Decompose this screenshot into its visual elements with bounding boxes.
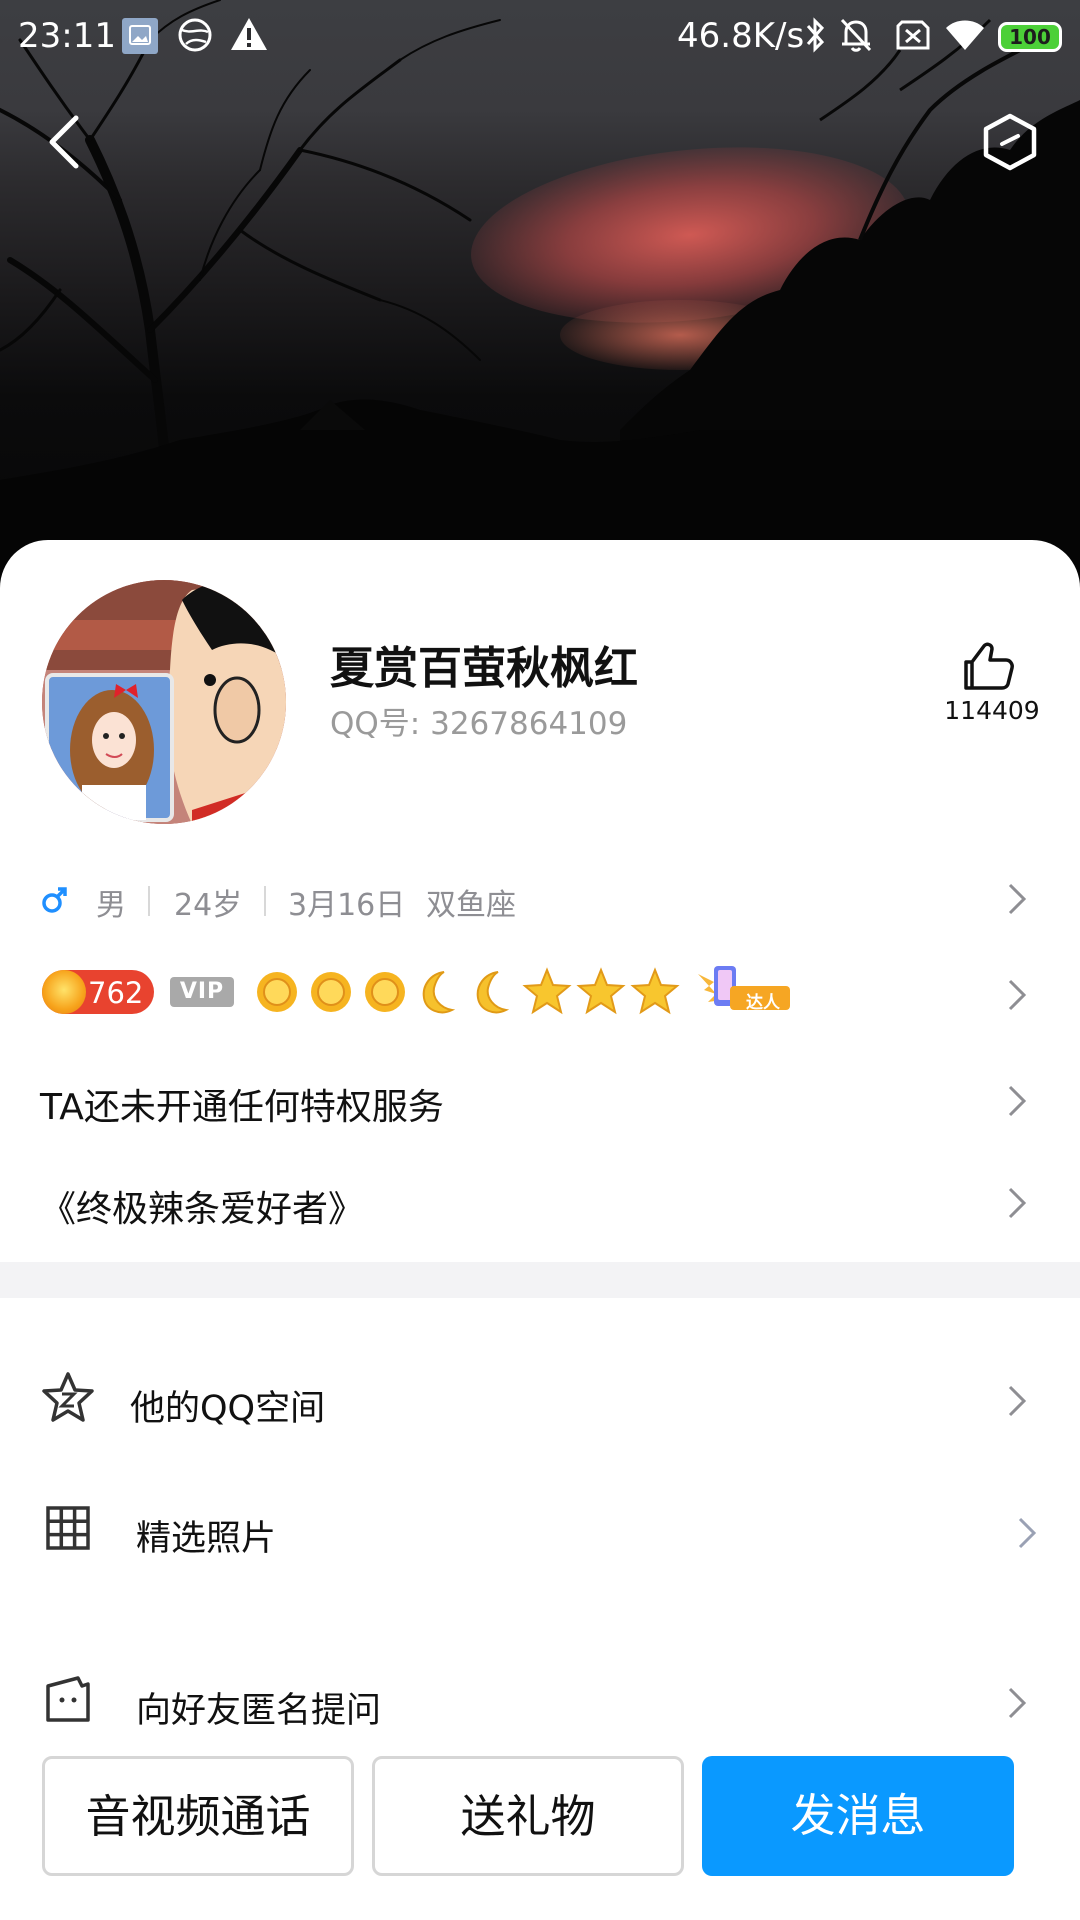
- cover-photo[interactable]: 23:11 46.8K/s 100: [0, 0, 1080, 610]
- sun-icon: [365, 972, 405, 1012]
- profile-card: 夏赏百萤秋枫红 QQ号: 3267864109 114409 男 24岁 3月1…: [0, 540, 1080, 1920]
- avatar[interactable]: [42, 580, 286, 824]
- send-message-button[interactable]: 发消息: [702, 1756, 1014, 1876]
- moon-icon: [476, 971, 510, 1014]
- points-badge: 762: [42, 970, 154, 1014]
- chevron-right-icon: [1008, 1687, 1027, 1719]
- sim-icon: [896, 20, 930, 50]
- basic-info-row[interactable]: 男 24岁 3月16日 双鱼座: [42, 868, 1042, 930]
- gender: 男: [96, 888, 126, 923]
- menu-item-qzone[interactable]: 他的QQ空间: [40, 1356, 1040, 1446]
- level-row[interactable]: 762 VIP 达人: [42, 960, 1042, 1032]
- signature-row[interactable]: 《终极辣条爱好者》: [40, 1168, 1040, 1238]
- privilege-row[interactable]: TA还未开通任何特权服务: [40, 1066, 1040, 1136]
- video-call-button[interactable]: 音视频通话: [42, 1756, 354, 1876]
- tree-silhouette: [0, 0, 1080, 610]
- action-bar: 音视频通话 送礼物 发消息: [0, 1748, 1080, 1876]
- chevron-right-icon: [1008, 1385, 1027, 1417]
- back-button[interactable]: [40, 112, 90, 172]
- battery-icon: 100: [998, 22, 1062, 52]
- like-count: 114409: [944, 696, 1040, 725]
- vpn-icon: [178, 18, 212, 52]
- privilege-text: TA还未开通任何特权服务: [40, 1087, 444, 1128]
- warning-icon: [231, 18, 267, 50]
- mute-icon: [840, 18, 872, 52]
- menu-label-photos: 精选照片: [136, 1519, 277, 1559]
- net-speed: 46.8K/s: [677, 16, 805, 56]
- bluetooth-icon: [806, 17, 825, 53]
- battery-level: 100: [1009, 25, 1051, 49]
- gallery-icon: [122, 18, 158, 54]
- status-bar: 23:11 46.8K/s 100: [0, 0, 1080, 74]
- flame-icon: [42, 970, 86, 1014]
- birthday: 3月16日: [288, 888, 406, 923]
- qzone-star-icon: [42, 1372, 94, 1422]
- separator: [264, 886, 266, 916]
- settings-button[interactable]: [978, 112, 1042, 172]
- age: 24岁: [174, 888, 243, 923]
- points-value: 762: [88, 976, 144, 1010]
- menu-item-anon-question[interactable]: 向好友匿名提问: [40, 1658, 1040, 1748]
- chevron-right-icon: [1008, 1085, 1027, 1117]
- moon-icon: [422, 971, 456, 1014]
- chevron-right-icon: [1008, 979, 1027, 1011]
- menu-label-anon-question: 向好友匿名提问: [136, 1691, 382, 1731]
- chevron-right-icon: [1008, 1187, 1027, 1219]
- chevron-right-icon: [1008, 883, 1027, 915]
- status-time: 23:11: [18, 16, 116, 56]
- sun-icon: [257, 972, 297, 1012]
- daren-badge: 达人: [694, 960, 794, 1020]
- menu-label-qzone: 他的QQ空间: [130, 1389, 326, 1429]
- sun-icon: [311, 972, 351, 1012]
- send-gift-button[interactable]: 送礼物: [372, 1756, 684, 1876]
- zodiac: 双鱼座: [426, 888, 516, 923]
- menu-item-photos[interactable]: 精选照片: [40, 1486, 1040, 1576]
- male-icon: [42, 887, 67, 913]
- star-icon: [576, 967, 626, 1015]
- star-icon: [630, 967, 680, 1015]
- signature-text: 《终极辣条爱好者》: [40, 1189, 365, 1230]
- separator: [148, 886, 150, 916]
- star-icon: [522, 967, 572, 1015]
- thumbs-up-icon[interactable]: [940, 640, 1044, 692]
- chevron-right-icon: [1018, 1517, 1037, 1549]
- wifi-icon: [946, 20, 984, 50]
- nickname: 夏赏百萤秋枫红: [330, 643, 638, 694]
- qq-number: QQ号: 3267864109: [330, 706, 628, 742]
- section-divider: [0, 1262, 1080, 1298]
- grid-icon: [46, 1506, 90, 1550]
- question-bag-icon: [46, 1676, 90, 1722]
- daren-label: 达人: [746, 993, 780, 1013]
- vip-badge: VIP: [170, 977, 234, 1007]
